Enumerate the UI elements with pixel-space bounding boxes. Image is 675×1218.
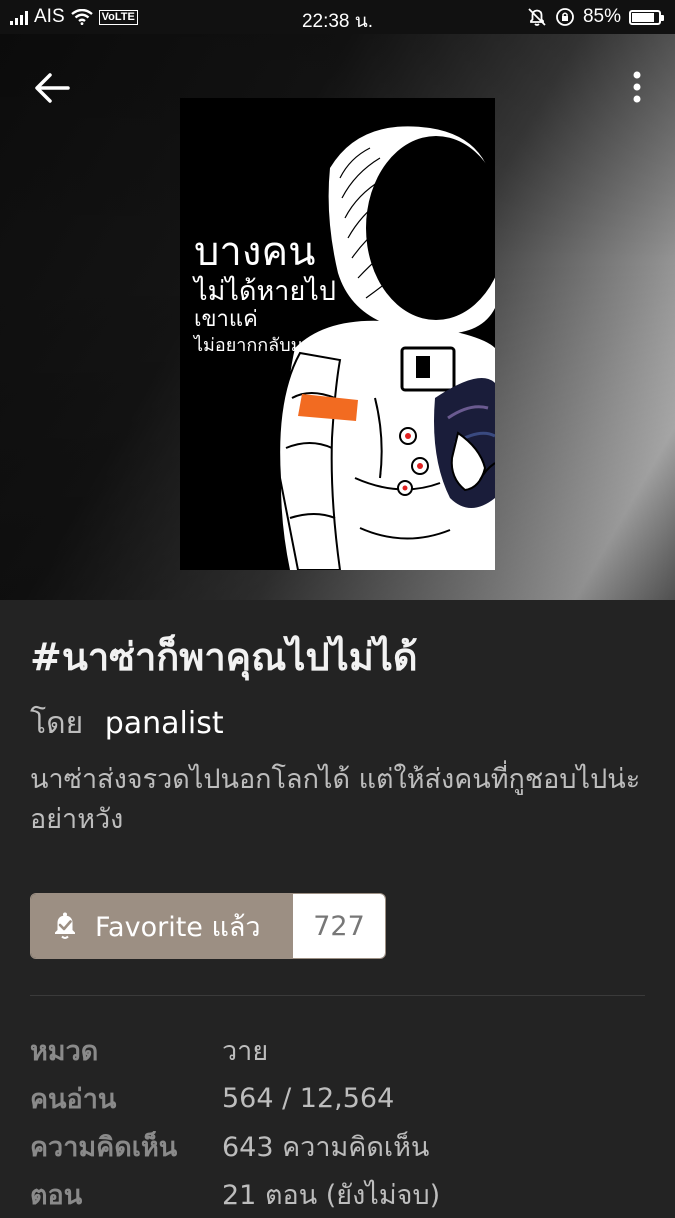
cover-title-line1: บางคน — [194, 229, 316, 275]
favorite-button[interactable]: Favorite แล้ว — [31, 894, 293, 958]
favorite-label: Favorite แล้ว — [95, 911, 261, 943]
book-cover[interactable]: บางคน ไม่ได้หายไป เขาแค่ ไม่อยากกลับมา — [180, 98, 495, 570]
meta-value: 643 ความคิดเห็น — [222, 1131, 430, 1163]
meta-value: 21 ตอน (ยังไม่จบ) — [222, 1179, 441, 1211]
rotation-lock-icon — [556, 8, 574, 26]
more-vert-icon — [633, 71, 641, 103]
cover-header: บางคน ไม่ได้หายไป เขาแค่ ไม่อยากกลับมา — [0, 34, 675, 600]
cover-title-line2: ไม่ได้หายไป — [194, 276, 336, 307]
bell-check-icon — [55, 912, 75, 939]
meta-value: 564 / 12,564 — [222, 1082, 395, 1114]
status-bar: AIS VoLTE 22:38 น. 85% — [0, 0, 675, 34]
mute-bell-icon — [528, 8, 546, 26]
divider — [30, 995, 645, 996]
favorite-widget: Favorite แล้ว 727 — [30, 893, 386, 959]
cover-title: บางคน ไม่ได้หายไป เขาแค่ ไม่อยากกลับมา — [194, 232, 336, 355]
battery-percent: 85% — [582, 6, 621, 27]
book-synopsis: นาซ่าส่งจรวดไปนอกโลกได้ แต่ให้ส่งคนที่กู… — [30, 764, 641, 835]
meta-label: ตอน — [30, 1179, 83, 1211]
author-link[interactable]: panalist — [105, 706, 224, 741]
book-title: #นาซ่าก็พาคุณไปไม่ได้ — [30, 635, 418, 679]
book-meta: หมวด วาย คนอ่าน 564 / 12,564 ความคิดเห็น… — [30, 1026, 440, 1218]
more-options-button[interactable] — [621, 68, 653, 112]
meta-value: วาย — [222, 1035, 269, 1067]
meta-row-chapters: ตอน 21 ตอน (ยังไม่จบ) — [30, 1170, 440, 1218]
status-right: 85% — [527, 6, 664, 28]
meta-row-category: หมวด วาย — [30, 1026, 440, 1074]
cover-title-line4: ไม่อยากกลับมา — [194, 335, 313, 356]
meta-label: ความคิดเห็น — [30, 1131, 178, 1163]
battery-icon — [629, 9, 664, 25]
author-row: โดย panalist — [30, 700, 224, 747]
meta-row-comments: ความคิดเห็น 643 ความคิดเห็น — [30, 1122, 440, 1170]
by-label: โดย — [30, 706, 84, 741]
meta-label: คนอ่าน — [30, 1083, 117, 1115]
favorite-count: 727 — [293, 894, 385, 958]
back-arrow-icon — [35, 73, 70, 103]
cover-title-line3: เขาแค่ — [194, 307, 258, 332]
meta-label: หมวด — [30, 1035, 99, 1067]
meta-row-readers: คนอ่าน 564 / 12,564 — [30, 1074, 440, 1122]
back-button[interactable] — [30, 68, 74, 112]
